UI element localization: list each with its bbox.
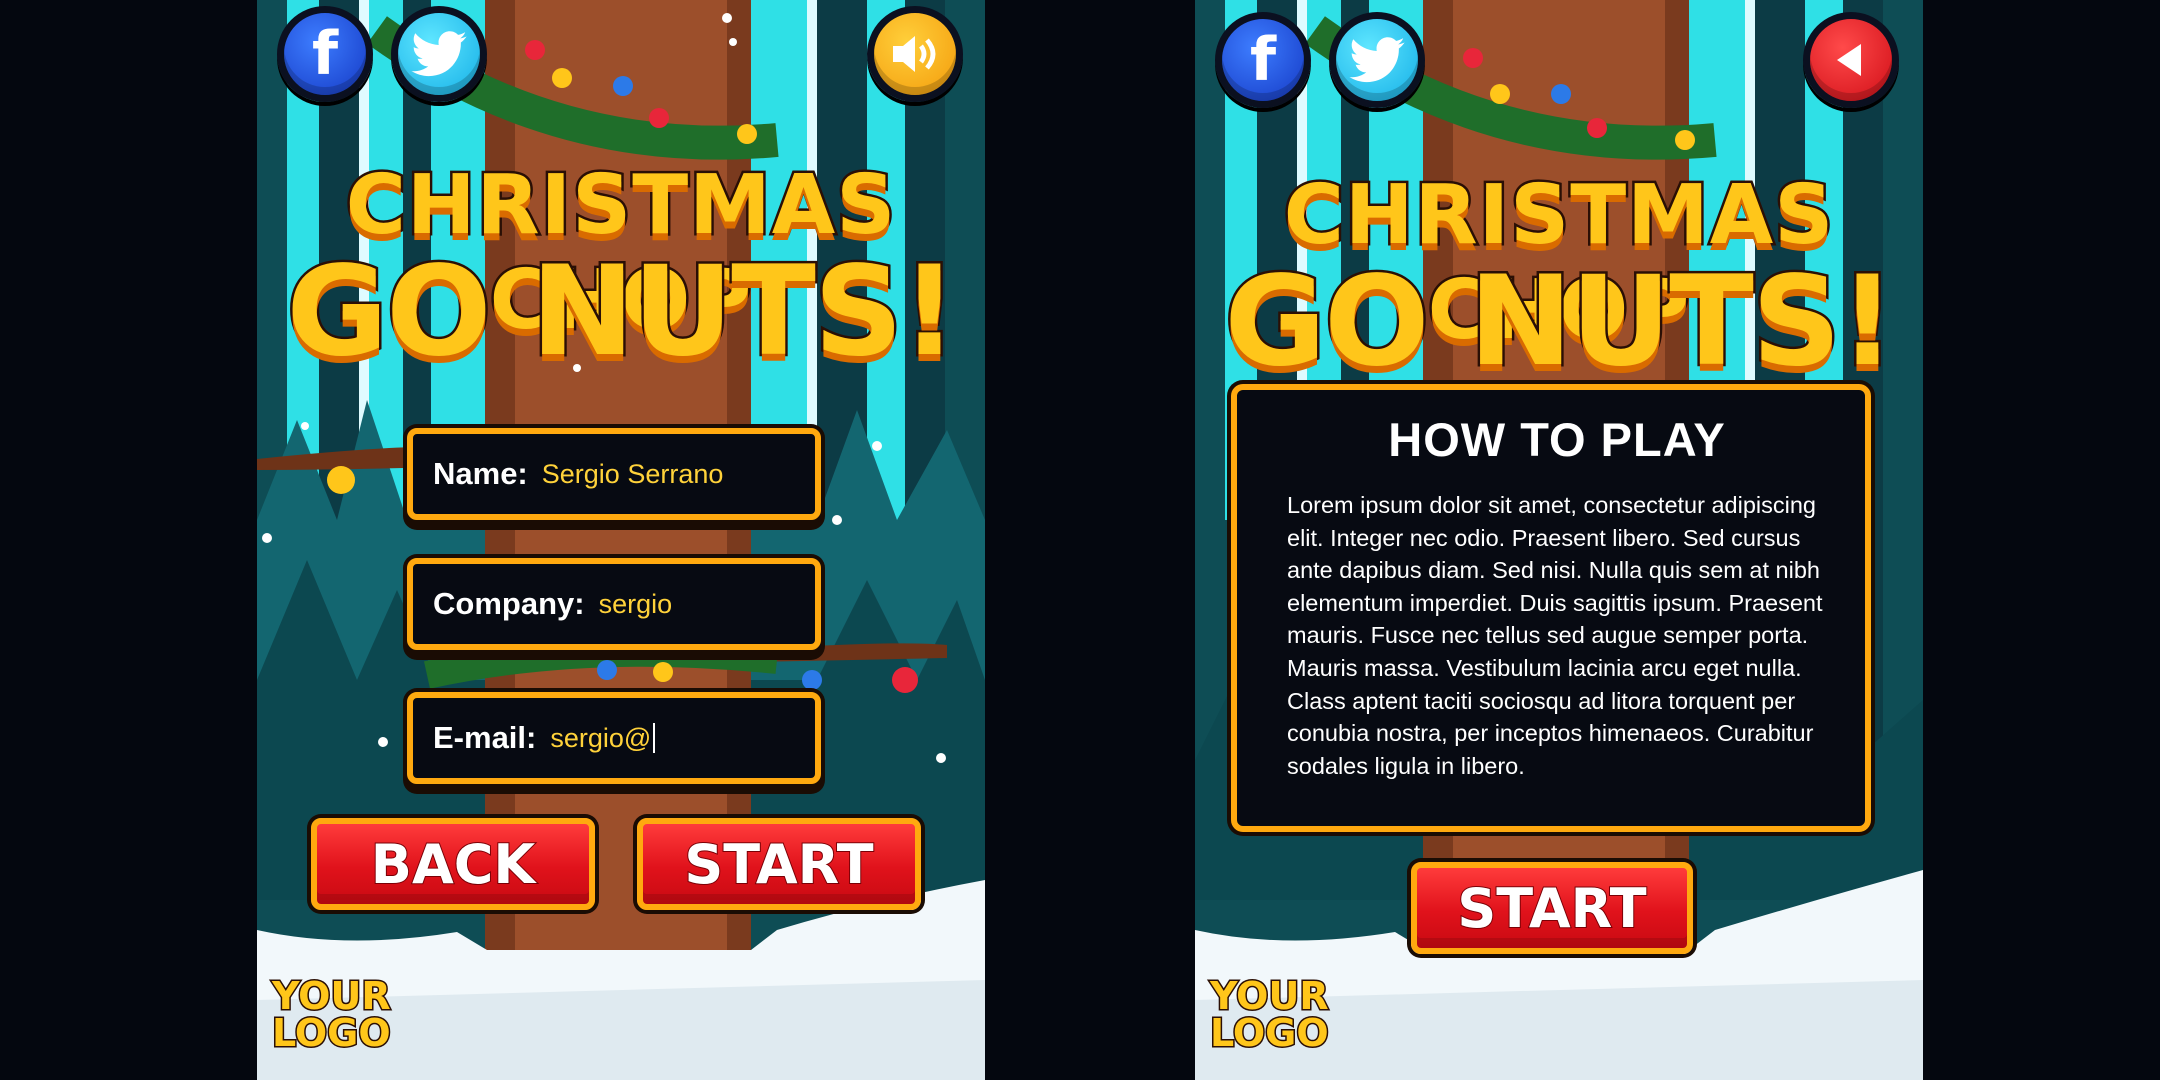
sound-icon xyxy=(893,36,936,72)
form-screen: f CHRISTMAS CHOP GO NUTS! Name: Sergio S… xyxy=(257,0,985,1080)
your-logo: YOUR LOGO xyxy=(271,974,393,1070)
email-value: sergio@ xyxy=(550,722,652,753)
facebook-button[interactable]: f xyxy=(277,6,373,102)
start-button[interactable]: START xyxy=(1411,862,1693,954)
game-title-line2: GO NUTS! xyxy=(284,238,960,387)
name-label: Name: xyxy=(433,456,528,491)
how-to-play-heading: HOW TO PLAY xyxy=(1388,413,1726,466)
logo-line1: YOUR xyxy=(271,974,393,1018)
how-to-play-text: Lorem ipsum dolor sit amet, consectetur … xyxy=(1287,492,1823,779)
name-value: Sergio Serrano xyxy=(541,458,724,489)
company-value: sergio xyxy=(598,588,673,619)
facebook-icon: f xyxy=(1249,25,1277,95)
back-arrow-icon xyxy=(1837,44,1861,76)
logo-line2: LOGO xyxy=(271,1011,393,1055)
twitter-button[interactable] xyxy=(1329,12,1425,108)
sound-button[interactable] xyxy=(867,6,963,102)
text-cursor xyxy=(653,723,656,753)
company-field[interactable]: Company: sergio xyxy=(407,558,821,650)
facebook-icon: f xyxy=(311,19,339,89)
company-label: Company: xyxy=(433,586,585,621)
how-to-play-panel: HOW TO PLAY Lorem ipsum dolor sit amet, … xyxy=(1231,384,1871,832)
start-button[interactable]: START xyxy=(637,818,921,910)
game-title-line2: GO NUTS! xyxy=(1222,248,1898,397)
logo-line1: YOUR xyxy=(1209,974,1331,1018)
back-button[interactable]: BACK xyxy=(311,818,595,910)
twitter-icon xyxy=(1349,37,1405,83)
email-field[interactable]: E-mail: sergio@ xyxy=(407,692,821,784)
name-field[interactable]: Name: Sergio Serrano xyxy=(407,428,821,520)
your-logo: YOUR LOGO xyxy=(1209,974,1331,1070)
logo-line2: LOGO xyxy=(1209,1011,1331,1055)
how-to-play-screen: f CHRISTMAS CHOP GO NUTS! HOW TO PLAY Lo… xyxy=(1195,0,1923,1080)
twitter-icon xyxy=(411,31,467,77)
back-arrow-button[interactable] xyxy=(1803,12,1899,108)
email-label: E-mail: xyxy=(433,720,537,755)
twitter-button[interactable] xyxy=(391,6,487,102)
facebook-button[interactable]: f xyxy=(1215,12,1311,108)
